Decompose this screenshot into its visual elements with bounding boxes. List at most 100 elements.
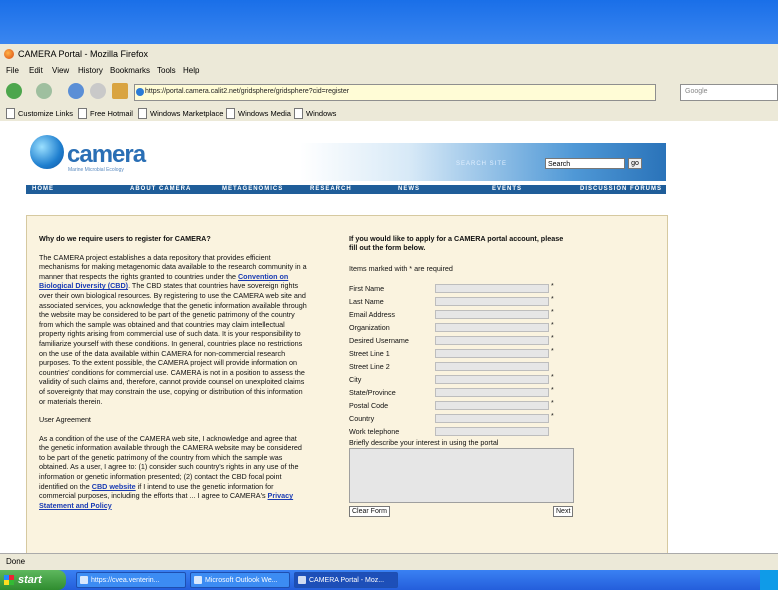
reload-icon[interactable] <box>68 83 84 99</box>
bookmark-item[interactable]: Windows Media <box>226 108 291 119</box>
nav-news[interactable]: NEWS <box>398 186 420 192</box>
state-input[interactable] <box>435 388 549 397</box>
last-name-input[interactable] <box>435 297 549 306</box>
field-label: Street Line 2 <box>349 362 390 371</box>
field-label: City <box>349 375 362 384</box>
menu-history[interactable]: History <box>78 66 103 75</box>
browser-search-input[interactable]: Google <box>680 84 778 101</box>
street1-input[interactable] <box>435 349 549 358</box>
stop-icon[interactable] <box>90 83 106 99</box>
field-label: Street Line 1 <box>349 349 390 358</box>
page-icon <box>6 108 15 119</box>
menu-help[interactable]: Help <box>183 66 199 75</box>
site-search-input[interactable]: Search <box>545 158 625 169</box>
nav-forums[interactable]: DISCUSSION FORUMS <box>580 186 662 192</box>
required-mark: * <box>551 322 554 329</box>
organization-input[interactable] <box>435 323 549 332</box>
field-label: Email Address <box>349 310 395 319</box>
camera-logo[interactable]: camera <box>67 141 146 169</box>
required-mark: * <box>551 400 554 407</box>
taskbar-item-label: CAMERA Portal - Moz... <box>309 577 385 584</box>
windows-logo-icon <box>4 575 14 585</box>
username-input[interactable] <box>435 336 549 345</box>
bookmark-label: Free Hotmail <box>90 109 133 118</box>
field-organization: Organization * <box>349 322 569 333</box>
taskbar: start https://cvea.venterin... Microsoft… <box>0 570 778 590</box>
bookmark-item[interactable]: Windows Marketplace <box>138 108 223 119</box>
menu-bar: File Edit View History Bookmarks Tools H… <box>0 64 778 78</box>
field-country: Country * <box>349 413 569 424</box>
field-street1: Street Line 1 * <box>349 348 569 359</box>
field-state: State/Province * <box>349 387 569 398</box>
start-button[interactable]: start <box>0 570 66 590</box>
page-icon <box>226 108 235 119</box>
status-bar: Done <box>0 553 778 570</box>
menu-tools[interactable]: Tools <box>157 66 176 75</box>
bookmark-item[interactable]: Free Hotmail <box>78 108 133 119</box>
menu-bookmarks[interactable]: Bookmarks <box>110 66 150 75</box>
bookmark-item[interactable]: Customize Links <box>6 108 73 119</box>
firefox-icon <box>4 49 14 59</box>
required-mark: * <box>551 374 554 381</box>
nav-home[interactable]: HOME <box>32 186 54 192</box>
city-input[interactable] <box>435 375 549 384</box>
required-note: Items marked with * are required <box>349 264 453 273</box>
field-telephone: Work telephone <box>349 427 569 437</box>
first-name-input[interactable] <box>435 284 549 293</box>
nav-events[interactable]: EVENTS <box>492 186 522 192</box>
forward-icon[interactable] <box>36 83 52 99</box>
nav-metagenomics[interactable]: METAGENOMICS <box>222 186 283 192</box>
field-label: First Name <box>349 284 385 293</box>
field-label: State/Province <box>349 388 396 397</box>
clear-form-button[interactable]: Clear Form <box>349 506 391 517</box>
camera-logo-globe <box>30 135 64 169</box>
next-button[interactable]: Next <box>553 506 574 517</box>
nav-about[interactable]: ABOUT CAMERA <box>130 186 191 192</box>
desktop-top <box>0 0 778 44</box>
bookmark-label: Customize Links <box>18 109 74 118</box>
telephone-input[interactable] <box>435 427 549 436</box>
email-input[interactable] <box>435 310 549 319</box>
window-icon <box>80 576 88 584</box>
bookmarks-bar: Customize Links Free Hotmail Windows Mar… <box>0 106 778 120</box>
home-icon[interactable] <box>112 83 128 99</box>
required-mark: * <box>551 348 554 355</box>
field-label: Work telephone <box>349 427 400 436</box>
site-search-label: SEARCH SITE <box>456 161 508 167</box>
back-icon[interactable] <box>6 83 22 99</box>
agreement-paragraph: As a condition of the use of the CAMERA … <box>39 434 307 511</box>
menu-file[interactable]: File <box>6 66 19 75</box>
interest-textarea[interactable] <box>349 448 574 503</box>
site-favicon <box>136 88 144 96</box>
search-placeholder: Google <box>685 88 708 95</box>
agreement-heading: User Agreement <box>39 415 91 425</box>
url-bar[interactable]: https://portal.camera.calit2.net/gridsph… <box>134 84 656 101</box>
paragraph-text: . The CBD states that countries have sov… <box>39 281 307 406</box>
postal-input[interactable] <box>435 401 549 410</box>
why-heading: Why do we require users to register for … <box>39 234 211 243</box>
page-icon <box>294 108 303 119</box>
menu-view[interactable]: View <box>52 66 69 75</box>
bookmark-label: Windows Media <box>238 109 291 118</box>
nav-research[interactable]: RESEARCH <box>310 186 352 192</box>
field-city: City * <box>349 374 569 385</box>
logo-subtitle: Marine Microbial Ecology <box>68 167 124 173</box>
field-label: Desired Username <box>349 336 409 345</box>
field-email: Email Address * <box>349 309 569 320</box>
taskbar-item-cvea[interactable]: https://cvea.venterin... <box>76 572 186 588</box>
site-search-go-button[interactable]: go <box>628 158 642 169</box>
site-nav: HOME ABOUT CAMERA METAGENOMICS RESEARCH … <box>26 185 666 194</box>
field-street2: Street Line 2 <box>349 362 569 372</box>
street2-input[interactable] <box>435 362 549 371</box>
field-username: Desired Username * <box>349 335 569 346</box>
bookmark-item[interactable]: Windows <box>294 108 336 119</box>
menu-edit[interactable]: Edit <box>29 66 43 75</box>
page-icon <box>78 108 87 119</box>
taskbar-item-label: https://cvea.venterin... <box>91 577 160 584</box>
country-select[interactable] <box>435 414 549 423</box>
taskbar-item-outlook[interactable]: Microsoft Outlook We... <box>190 572 290 588</box>
cbd-website-link[interactable]: CBD website <box>92 482 136 491</box>
status-text: Done <box>6 557 26 566</box>
firefox-icon <box>298 576 306 584</box>
taskbar-item-camera[interactable]: CAMERA Portal - Moz... <box>294 572 398 588</box>
